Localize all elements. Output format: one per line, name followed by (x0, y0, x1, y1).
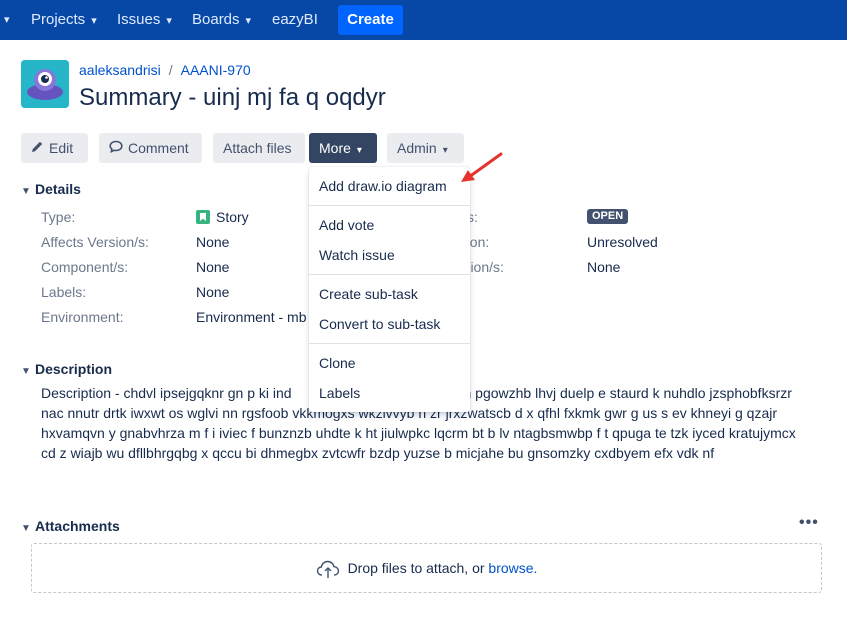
menu-labels[interactable]: Labels (309, 378, 470, 408)
chevron-down-icon: ▼ (21, 366, 31, 377)
menu-divider (309, 343, 470, 344)
speech-bubble-icon (109, 133, 123, 163)
field-label-environment: Environment: (41, 309, 124, 325)
attachments-more-icon[interactable]: ••• (799, 514, 819, 532)
description-section-toggle[interactable]: ▼ Description (21, 361, 112, 377)
browse-link[interactable]: browse. (488, 560, 537, 576)
field-label-affects-version: Affects Version/s: (41, 234, 149, 250)
edit-button[interactable]: Edit (21, 133, 88, 163)
chevron-down-icon: ▾ (356, 145, 362, 156)
description-heading: Description (35, 361, 113, 377)
comment-button[interactable]: Comment (99, 133, 202, 163)
chevron-down-icon: ▼ (21, 523, 31, 534)
chevron-down-icon: ▾ (245, 15, 252, 27)
field-label-type: Type: (41, 209, 76, 225)
field-value-labels: None (196, 284, 230, 300)
issue-summary[interactable]: Summary - uinj mj fa q oqdyr (79, 84, 386, 112)
top-navigation-bar: ▾ Projects ▾ Issues ▾ Boards ▾ eazyBI Creat… (0, 0, 847, 40)
nav-issues[interactable]: Issues ▾ (117, 0, 172, 40)
type-value: Story (216, 209, 249, 225)
pencil-icon (31, 133, 44, 163)
breadcrumb-project-link[interactable]: aaleksandrisi (79, 62, 161, 78)
nav-issues-label: Issues (117, 11, 161, 28)
dropzone-message: Drop files to attach, or browse. (32, 544, 821, 592)
field-value-affects-version: None (196, 234, 230, 250)
field-value-environment: Environment - mb (196, 309, 307, 325)
nav-projects-label: Projects (31, 11, 86, 28)
details-heading: Details (35, 181, 81, 197)
alien-avatar-icon (21, 60, 69, 108)
drop-files-text: Drop files to attach, or (347, 560, 485, 576)
menu-add-drawio-diagram[interactable]: Add draw.io diagram (309, 171, 470, 201)
nav-eazybi[interactable]: eazyBI (272, 0, 318, 40)
more-label: More (319, 140, 351, 156)
nav-boards[interactable]: Boards ▾ (192, 0, 251, 40)
field-value-resolution: Unresolved (587, 234, 658, 250)
nav-boards-label: Boards (192, 11, 240, 28)
attachments-section-toggle[interactable]: ▼ Attachments (21, 518, 120, 534)
nav-projects[interactable]: Projects ▾ (31, 0, 97, 40)
menu-convert-to-sub-task[interactable]: Convert to sub-task (309, 309, 470, 339)
more-button[interactable]: More ▾ (309, 133, 377, 163)
attachment-dropzone[interactable]: Drop files to attach, or browse. (31, 543, 822, 593)
menu-watch-issue[interactable]: Watch issue (309, 240, 470, 270)
field-value-components: None (196, 259, 230, 275)
attach-files-button[interactable]: Attach files (213, 133, 305, 163)
chevron-down-icon: ▾ (166, 15, 172, 27)
field-value-type: Story (196, 209, 249, 225)
attachments-heading: Attachments (35, 518, 120, 534)
edit-label: Edit (49, 140, 74, 156)
comment-label: Comment (128, 140, 189, 156)
menu-create-sub-task[interactable]: Create sub-task (309, 279, 470, 309)
chevron-down-icon: ▼ (21, 186, 31, 197)
cloud-upload-icon (316, 550, 340, 598)
annotation-arrow-icon (461, 152, 503, 182)
story-icon (196, 210, 210, 224)
breadcrumb-issue-key[interactable]: AAANI-970 (181, 62, 251, 78)
breadcrumb: aaleksandrisi / AAANI-970 (79, 62, 251, 78)
chevron-down-icon: ▾ (91, 15, 97, 27)
project-avatar[interactable] (21, 60, 69, 108)
create-button[interactable]: Create (338, 5, 403, 35)
field-value-fix-version: None (587, 259, 621, 275)
admin-label: Admin (397, 140, 437, 156)
breadcrumb-separator: / (168, 62, 173, 78)
menu-add-vote[interactable]: Add vote (309, 210, 470, 240)
chevron-down-icon: ▾ (442, 145, 448, 156)
field-label-components: Component/s: (41, 259, 129, 275)
admin-button[interactable]: Admin ▾ (387, 133, 464, 163)
more-dropdown-menu: Add draw.io diagram Add vote Watch issue… (309, 167, 470, 412)
menu-divider (309, 274, 470, 275)
menu-divider (309, 205, 470, 206)
status-badge[interactable]: OPEN (587, 209, 629, 224)
chevron-down-icon[interactable]: ▾ (4, 0, 10, 40)
details-section-toggle[interactable]: ▼ Details (21, 181, 81, 197)
field-label-labels: Labels: (41, 284, 87, 300)
menu-clone[interactable]: Clone (309, 348, 470, 378)
